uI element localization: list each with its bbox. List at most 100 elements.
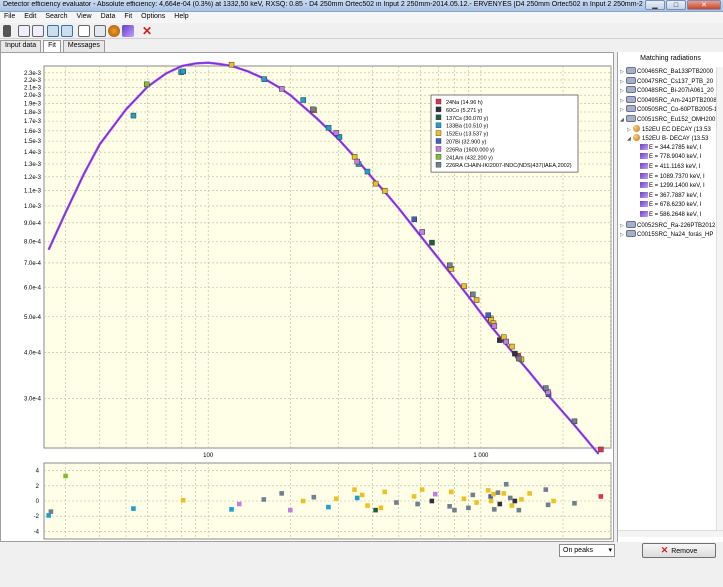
residual-point [411, 494, 417, 499]
radiation-icon[interactable] [122, 25, 134, 37]
residual-point [491, 491, 496, 497]
legend-label: 60Co (5.271 y) [446, 108, 483, 114]
minimize-button[interactable]: ▁ [645, 0, 665, 10]
tree-item[interactable]: ▷ C0015SRC_Na24_forás_HP [620, 230, 713, 239]
vertical-scrollbar[interactable] [716, 67, 723, 537]
save-icon[interactable] [3, 25, 11, 37]
tree-item[interactable]: E = 1299.1400 keV, I [634, 182, 705, 191]
tree-item[interactable]: E = 678.6230 keV, I [634, 201, 701, 210]
title-bar: Detector efficiency evaluator - Absolute… [0, 0, 723, 12]
residual-point [512, 498, 518, 504]
residual-y-tick-label: 4 [36, 469, 40, 475]
tab-input-data[interactable]: Input data [0, 40, 42, 52]
tab-messages[interactable]: Messages [62, 40, 105, 52]
document-icon[interactable] [78, 25, 90, 37]
residual-point [394, 500, 399, 505]
data-point [461, 283, 467, 290]
tree-item[interactable]: E = 344.2785 keV, I [634, 143, 702, 153]
chart-panel: 2.3e-3 2.2e-3 2.1e-3 2.0e-3 1.9e-3 1.8e-3 1.7e… [0, 52, 614, 542]
tree-item[interactable]: E = 586.2648 keV, I [634, 211, 701, 220]
menu-edit[interactable]: Edit [20, 12, 41, 23]
zoom-in-icon[interactable] [18, 25, 30, 37]
source-icon [626, 230, 636, 238]
decay-icon [633, 134, 640, 142]
peaks-combo[interactable]: On peaks ▾ [559, 544, 615, 557]
tree-item[interactable]: ▷ C0050SRC_Co-60PTB2005-1 [620, 105, 717, 114]
residual-point [452, 507, 457, 513]
tree-item[interactable]: E = 411.1163 keV, I [634, 163, 700, 172]
tree-item[interactable]: ▷ C0048SRC_Bi-207IA061_20 [620, 86, 714, 95]
menu-search[interactable]: Search [41, 12, 72, 23]
panel-title: Matching radiations [640, 55, 701, 62]
menu-options[interactable]: Options [137, 12, 170, 23]
tree-item[interactable]: ▷ C0049SRC_Am-241PTB2008 [620, 95, 717, 105]
menu-file[interactable]: File [0, 12, 20, 23]
legend-label: 226RA CHAIN-IKI2007-INDC(NDS)437(IAEA,20… [446, 163, 572, 169]
menu-help[interactable]: Help [170, 12, 193, 23]
x-tick-label: 100 [203, 453, 214, 459]
residual-y-tick-label: -4 [34, 529, 40, 535]
y-tick-label: 1.3e-3 [24, 162, 42, 168]
fit-view-icon[interactable] [47, 25, 59, 37]
data-point [279, 86, 285, 92]
close-button[interactable]: ✕ [687, 0, 721, 10]
delete-icon[interactable]: ✕ [141, 25, 153, 37]
tree-item-label: C0051SRC_Eu152_OMH200 [637, 117, 716, 123]
tree-item[interactable]: ◢ 152EU B- DECAY (13.53 [627, 134, 708, 143]
residual-point [492, 507, 497, 512]
data-point [419, 229, 425, 235]
legend-label: 207Bi (32.900 y) [446, 140, 487, 146]
data-point [509, 343, 515, 350]
tree-item[interactable]: ▷ C0052SRC_Ra-226PTB2012 [620, 220, 715, 230]
residual-y-tick-label: -2 [34, 514, 40, 520]
menu-fit[interactable]: Fit [120, 12, 137, 23]
tree-item-label: C0047SRC_Cs137_PTB_20 [637, 78, 714, 85]
residual-point [373, 507, 378, 513]
tree-item[interactable]: ▷ C0047SRC_Cs137_PTB_20 [620, 76, 714, 86]
residual-point [236, 501, 242, 507]
source-icon [626, 105, 636, 113]
refresh-icon[interactable] [94, 25, 106, 37]
zoom-box-icon[interactable] [61, 25, 73, 37]
residual-point [470, 492, 476, 498]
data-point [503, 338, 509, 345]
tree-item[interactable]: E = 367.7887 keV, I [634, 191, 701, 201]
legend-swatch [435, 154, 442, 160]
residual-point [495, 490, 501, 495]
source-icon[interactable] [108, 25, 120, 37]
residual-point [311, 494, 317, 500]
y-tick-label: 1.0e-3 [24, 204, 42, 210]
data-point [381, 187, 388, 194]
tree-item[interactable]: ▷ 152EU EC DECAY (13.53 [627, 124, 711, 134]
source-icon [626, 86, 636, 94]
residual-point [527, 491, 532, 496]
residual-point [461, 496, 467, 502]
tree-item[interactable]: E = 778.9040 keV, I [634, 153, 701, 162]
tree-item-label: E = 344.2785 keV, I [649, 144, 702, 151]
maximize-button[interactable]: □ [666, 0, 686, 10]
horizontal-scrollbar[interactable] [618, 530, 723, 537]
data-point [310, 106, 316, 113]
residual-y-tick-label: 0 [36, 499, 40, 505]
efficiency-chart[interactable]: 2.3e-32.2e-32.1e-3 2.0e-3 1.9e-3 1.8e-3 1.7e… [1, 53, 613, 541]
tree-item[interactable]: ◢ C0051SRC_Eu152_OMH200 [620, 115, 715, 124]
legend-label: 241Am (432.200 y) [446, 155, 493, 161]
tab-fit[interactable]: Fit [43, 40, 61, 52]
legend-swatch [435, 138, 442, 144]
tree-item[interactable]: ▷ C0046SRC_Ba133PTB2000 [620, 67, 713, 76]
residual-point [598, 494, 604, 499]
gamma-line-icon [640, 201, 648, 208]
residual-point [365, 503, 370, 508]
residual-point [63, 473, 68, 479]
zoom-out-icon[interactable] [32, 25, 44, 37]
menu-data[interactable]: Data [97, 12, 121, 23]
residual-point [501, 491, 507, 496]
y-tick-label: 1.9e-3 [24, 101, 42, 107]
remove-button[interactable]: ✕ Remove [642, 543, 716, 558]
tree-item[interactable]: E = 1089.7370 keV, I [634, 172, 705, 182]
legend-swatch [435, 98, 442, 105]
data-point [598, 446, 604, 453]
source-icon [626, 220, 636, 228]
residual-point [485, 488, 491, 493]
menu-view[interactable]: View [73, 12, 97, 23]
